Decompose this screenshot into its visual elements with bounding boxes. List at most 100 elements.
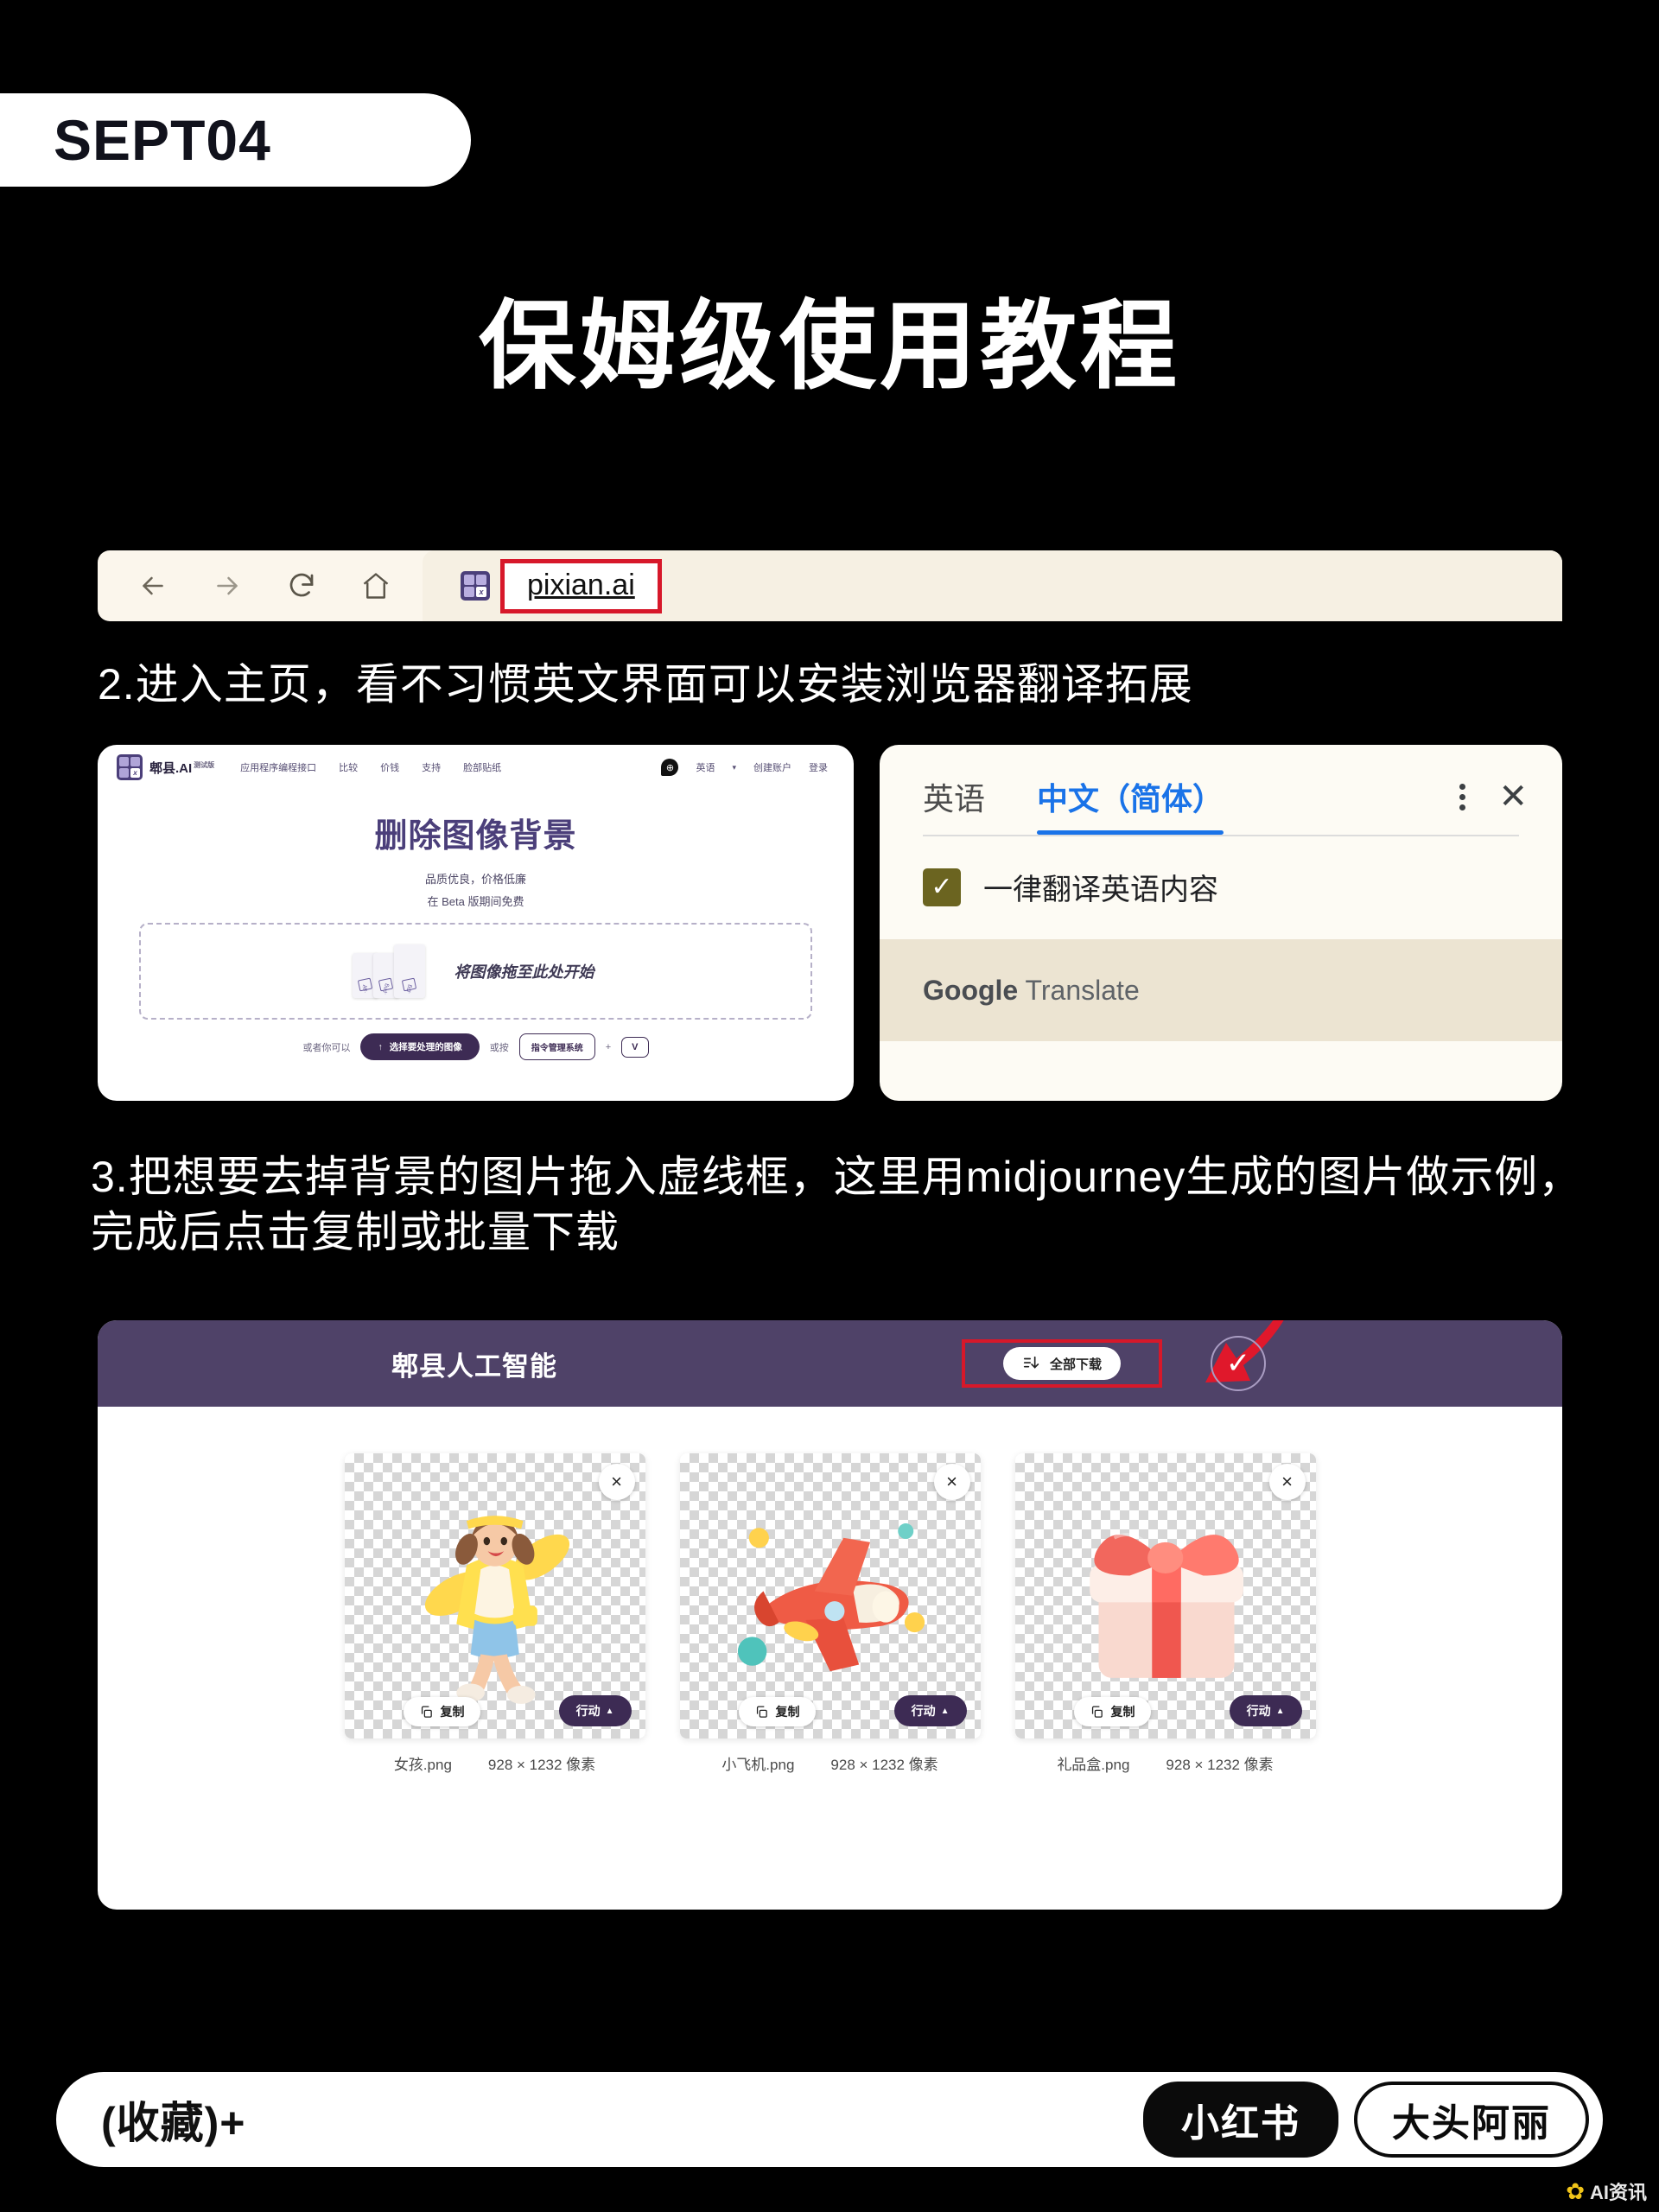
- action-button[interactable]: 行动 ▲: [893, 1695, 967, 1726]
- forward-arrow-icon[interactable]: [210, 569, 245, 603]
- card-meta: 礼品盒.png 928 × 1232 像素: [1015, 1752, 1316, 1774]
- card-meta: 小飞机.png 928 × 1232 像素: [680, 1752, 981, 1774]
- tab-target-chinese[interactable]: 中文（简体）: [1037, 774, 1224, 835]
- site-logo-text: 郫县.AI 测试版: [149, 759, 214, 777]
- url-text[interactable]: pixian.ai: [527, 569, 635, 602]
- action-label: 行动: [575, 1704, 601, 1718]
- site-login-link[interactable]: 登录: [809, 760, 828, 774]
- reload-icon[interactable]: [284, 569, 319, 603]
- select-image-label: 选择要处理的图像: [389, 1042, 462, 1052]
- watermark-label: AI资讯: [1589, 2182, 1647, 2203]
- copy-label: 复制: [775, 1705, 800, 1719]
- translate-option-row[interactable]: ✓ 一律翻译英语内容: [880, 836, 1562, 939]
- file-name: 礼品盒.png: [1057, 1757, 1130, 1773]
- download-all-label: 全部下载: [1049, 1357, 1102, 1372]
- site-subtitle-2: 在 Beta 版期间免费: [427, 895, 524, 908]
- copy-button[interactable]: 复制: [1073, 1697, 1151, 1726]
- browser-tab[interactable]: x pixian.ai: [423, 550, 1562, 621]
- file-stack-icon: .gif .png .jpg: [352, 944, 425, 998]
- or-press-label: 或按: [489, 1042, 509, 1053]
- tab-target-wrap[interactable]: 中文（简体）: [1037, 774, 1224, 835]
- file-ext-jpg: .jpg: [404, 983, 414, 995]
- copy-icon: [421, 1705, 432, 1718]
- copy-label: 复制: [440, 1705, 465, 1719]
- footer-bar: (收藏)+ 小红书 大头阿丽: [56, 2072, 1603, 2167]
- remove-card-button[interactable]: ×: [598, 1464, 635, 1500]
- poster-root: SEPT04 保姆级使用教程 x pixian.ai 2.进入主页，看不习惯英文…: [0, 0, 1659, 2212]
- select-image-button[interactable]: ↑ 选择要处理的图像: [360, 1033, 480, 1060]
- browser-nav-icons: [98, 569, 393, 603]
- result-thumbnail[interactable]: × 复制 行动 ▲: [1014, 1453, 1316, 1738]
- copy-label: 复制: [1110, 1705, 1135, 1719]
- brand-google: Google: [923, 974, 1019, 1006]
- confirm-check-button[interactable]: ✓: [1211, 1336, 1266, 1391]
- date-badge-label: SEPT04: [54, 108, 271, 172]
- result-card: × 复制 行动 ▲ 女孩.png 928 × 1232 像素: [344, 1453, 645, 1774]
- pixian-result-panel: 郫县人工智能 全部下载 ✓ × 复制 行动 ▲ 女孩.png 928 × 123…: [98, 1320, 1562, 1910]
- chevron-down-icon[interactable]: ▾: [732, 763, 736, 772]
- file-ext-gif: .gif: [360, 984, 369, 994]
- step-3-text: 3.把想要去掉背景的图片拖入虚线框，这里用midjourney生成的图片做示例，…: [91, 1153, 1583, 1256]
- download-list-icon: [1023, 1356, 1039, 1369]
- copy-button[interactable]: 复制: [403, 1697, 480, 1726]
- site-menu-item-stickers[interactable]: 脸部贴纸: [463, 760, 501, 774]
- chevron-up-icon: ▲: [605, 1706, 614, 1716]
- file-name: 女孩.png: [393, 1757, 452, 1773]
- page-title: 保姆级使用教程: [479, 292, 1180, 400]
- site-logo-sup: 测试版: [194, 760, 215, 769]
- site-menu-item-support[interactable]: 支持: [422, 760, 441, 774]
- card-meta: 女孩.png 928 × 1232 像素: [345, 1752, 645, 1774]
- watermark: ✿ AI资讯: [1566, 2177, 1647, 2205]
- site-signup-link[interactable]: 创建账户: [753, 760, 791, 774]
- download-all-button[interactable]: 全部下载: [1002, 1347, 1121, 1380]
- url-highlight-box: pixian.ai: [500, 558, 662, 613]
- download-all-highlight: 全部下载: [962, 1339, 1162, 1388]
- copy-icon: [1091, 1705, 1103, 1718]
- platform-tag: 小红书: [1143, 2082, 1338, 2158]
- action-button[interactable]: 行动 ▲: [1229, 1695, 1302, 1726]
- action-label: 行动: [1246, 1704, 1271, 1718]
- favorite-label: (收藏)+: [101, 2099, 246, 2147]
- translate-footer: Google Translate: [880, 939, 1562, 1041]
- result-cards: × 复制 行动 ▲ 女孩.png 928 × 1232 像素 × 复制 行动 ▲…: [98, 1407, 1562, 1774]
- tab-source-english[interactable]: 英语: [923, 774, 985, 835]
- globe-icon: ⊕: [661, 759, 679, 776]
- site-menu-item-compare[interactable]: 比较: [339, 760, 358, 774]
- site-heading: 删除图像背景: [374, 818, 577, 855]
- site-action-row: 或者你可以 ↑ 选择要处理的图像 或按 指令管理系统 + V: [98, 1033, 854, 1060]
- remove-card-button[interactable]: ×: [1268, 1464, 1306, 1500]
- pixian-logo-icon: x: [117, 754, 143, 780]
- or-you-can-label: 或者你可以: [302, 1042, 351, 1053]
- pixian-favicon-icon: x: [461, 571, 490, 601]
- site-menu-item-pricing[interactable]: 价钱: [380, 760, 399, 774]
- always-translate-checkbox[interactable]: ✓: [923, 868, 961, 906]
- result-thumbnail[interactable]: × 复制 行动 ▲: [679, 1453, 981, 1738]
- author-tag: 大头阿丽: [1354, 2082, 1589, 2158]
- tab-source-wrap[interactable]: 英语: [923, 774, 985, 835]
- file-size: 928 × 1232 像素: [830, 1757, 938, 1773]
- site-menu-item-api[interactable]: 应用程序编程接口: [240, 760, 316, 774]
- google-translate-brand: Google Translate: [923, 975, 1140, 1007]
- date-badge: SEPT04: [0, 93, 471, 187]
- result-thumbnail[interactable]: × 复制 行动 ▲: [344, 1453, 645, 1738]
- back-arrow-icon[interactable]: [136, 569, 170, 603]
- site-dropzone[interactable]: .gif .png .jpg 将图像拖至此处开始: [139, 923, 812, 1020]
- site-language-label[interactable]: 英语: [696, 760, 715, 774]
- site-navbar-right: ⊕ 英语 ▾ 创建账户 登录: [661, 759, 835, 776]
- close-icon[interactable]: ✕: [1498, 779, 1528, 814]
- brand-translate: Translate: [1025, 974, 1140, 1006]
- copy-icon: [756, 1705, 767, 1718]
- action-button[interactable]: 行动 ▲: [558, 1695, 632, 1726]
- translate-tabs: 英语 中文（简体） ✕: [880, 745, 1562, 835]
- result-card: × 复制 行动 ▲ 礼品盒.png 928 × 1232 像素: [1014, 1453, 1316, 1774]
- file-size: 928 × 1232 像素: [487, 1757, 596, 1773]
- step-2-text: 2.进入主页，看不习惯英文界面可以安装浏览器翻译拓展: [98, 660, 1193, 709]
- copy-button[interactable]: 复制: [738, 1697, 816, 1726]
- always-translate-label: 一律翻译英语内容: [983, 874, 1218, 906]
- kebab-menu-icon[interactable]: [1457, 783, 1467, 810]
- home-icon[interactable]: [359, 569, 393, 603]
- remove-card-button[interactable]: ×: [933, 1464, 970, 1500]
- site-navbar: x 郫县.AI 测试版 应用程序编程接口 比较 价钱 支持 脸部贴纸 ⊕ 英语 ▾…: [98, 745, 854, 790]
- v-key: V: [621, 1036, 649, 1058]
- browser-bar: x pixian.ai: [98, 550, 1562, 621]
